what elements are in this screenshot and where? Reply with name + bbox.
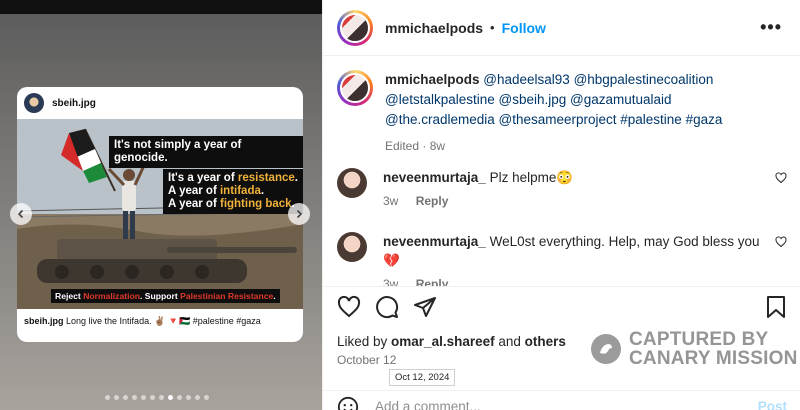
carousel-dots [105, 395, 209, 400]
more-options-icon[interactable]: ••• [760, 17, 782, 38]
watermark-line-2: CANARY MISSION [629, 348, 798, 369]
reply-button[interactable]: Reply [416, 194, 449, 208]
comment-icon[interactable] [375, 295, 399, 319]
post-date[interactable]: October 12 [337, 353, 396, 367]
comment: neveenmurtaja_ Plz helpme😳 3w Reply [337, 168, 787, 211]
carousel-dot[interactable] [168, 395, 173, 400]
post-comment-button[interactable]: Post [758, 399, 787, 410]
post-viewer: sbeih.jpg It's not simply a year of geno… [0, 0, 800, 410]
likes-summary: Liked by omar_al.shareef and others [337, 334, 566, 349]
comment-avatar[interactable] [337, 168, 367, 198]
carousel-dot[interactable] [141, 395, 146, 400]
carousel-dot[interactable] [195, 395, 200, 400]
comment-age: 3w [383, 194, 399, 208]
liked-by-others[interactable]: others [525, 334, 566, 349]
post-caption: mmichaelpods @hadeelsal93 @hbgpalestinec… [323, 56, 800, 156]
card-caption: sbeih.jpg Long live the Intifada. ✌🏽 🔻🇵🇸… [24, 316, 261, 326]
add-comment-bar: Add a comment... Post [323, 390, 800, 410]
media-top-bar [0, 0, 322, 14]
author-avatar[interactable] [337, 9, 373, 46]
watermark: CAPTURED BY CANARY MISSION [591, 330, 798, 368]
comment-username[interactable]: neveenmurtaja_ [383, 170, 486, 185]
carousel-dot[interactable] [105, 395, 110, 400]
watermark-line-1: CAPTURED BY [629, 329, 769, 350]
action-bar [323, 286, 800, 328]
add-comment-input[interactable]: Add a comment... [375, 399, 481, 410]
carousel-dot[interactable] [150, 395, 155, 400]
carousel-dot[interactable] [159, 395, 164, 400]
comment-avatar[interactable] [337, 232, 367, 262]
headline-resistance: It's a year of resistance. A year of int… [163, 169, 303, 214]
date-tooltip: Oct 12, 2024 [389, 369, 456, 386]
header-separator: • [490, 20, 495, 35]
card-avatar [24, 93, 44, 113]
carousel-dot[interactable] [177, 395, 182, 400]
follow-button[interactable]: Follow [502, 20, 546, 36]
comment-text: Plz helpme😳 [489, 170, 574, 185]
card-photo: It's not simply a year of genocide. It's… [17, 119, 303, 309]
carousel-prev-button[interactable] [10, 203, 32, 225]
post-header: mmichaelpods • Follow ••• [323, 0, 800, 56]
carousel-dot[interactable] [132, 395, 137, 400]
carousel-dot[interactable] [186, 395, 191, 400]
author-username[interactable]: mmichaelpods [385, 20, 483, 36]
carousel-dot[interactable] [204, 395, 209, 400]
post-details: mmichaelpods • Follow ••• mmichaelpods @… [322, 0, 800, 410]
comment-username[interactable]: neveenmurtaja_ [383, 234, 486, 249]
headline-genocide: It's not simply a year of genocide. [109, 136, 303, 168]
canary-logo-icon [591, 334, 621, 364]
share-icon[interactable] [413, 295, 437, 319]
media-pane: sbeih.jpg It's not simply a year of geno… [0, 0, 322, 410]
chevron-right-icon [296, 209, 303, 219]
carousel-dot[interactable] [123, 395, 128, 400]
bottom-banner: Reject Normalization. Support Palestinia… [51, 289, 280, 303]
card-header: sbeih.jpg [17, 87, 303, 119]
carousel-dot[interactable] [114, 395, 119, 400]
like-comment-icon[interactable] [775, 172, 787, 184]
like-comment-icon[interactable] [775, 236, 787, 248]
caption-avatar[interactable] [337, 70, 373, 106]
comment: neveenmurtaja_ WeL0st everything. Help, … [337, 232, 787, 294]
emoji-icon[interactable] [337, 396, 359, 410]
shared-post-card[interactable]: sbeih.jpg It's not simply a year of geno… [17, 87, 303, 342]
liked-by-user[interactable]: omar_al.shareef [391, 334, 495, 349]
caption-meta: Edited · 8w [385, 139, 446, 153]
bookmark-icon[interactable] [765, 295, 787, 319]
caption-username[interactable]: mmichaelpods [385, 72, 480, 87]
card-username: sbeih.jpg [52, 97, 96, 109]
carousel-next-button[interactable] [288, 203, 310, 225]
heart-icon[interactable] [337, 295, 361, 319]
chevron-left-icon [17, 209, 24, 219]
